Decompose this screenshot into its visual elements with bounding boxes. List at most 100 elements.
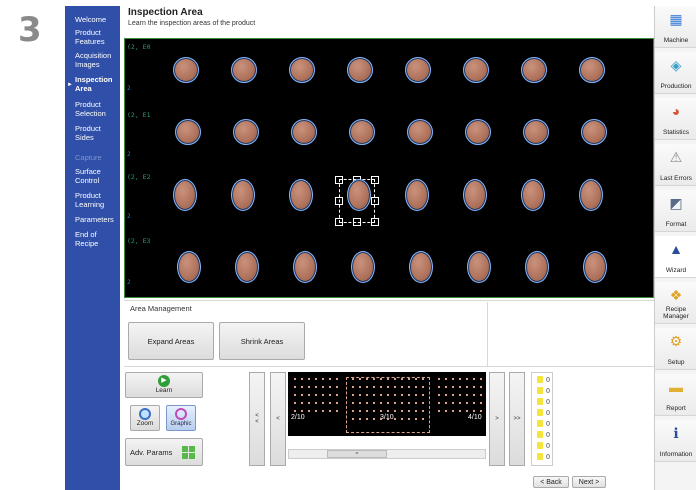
product-tablet [405, 179, 429, 211]
learn-button[interactable]: ▶ Learn [125, 372, 203, 398]
lane-status-cell [537, 420, 543, 427]
nav-item-product-sides[interactable]: Product Sides [65, 124, 117, 142]
back-button[interactable]: < Back [533, 476, 569, 488]
thumbnail-dot [322, 386, 324, 388]
thumbnail-scrollbar[interactable]: = [288, 449, 486, 459]
thumbnail-dot [373, 378, 375, 380]
scroll-thumb[interactable]: = [327, 450, 387, 458]
toolbar-item-setup[interactable]: ⚙ Setup [655, 328, 696, 370]
product-tablet [231, 57, 257, 83]
toolbar-item-report[interactable]: ▬ Report [655, 374, 696, 416]
toolbar-item-machine[interactable]: ▦ Machine [655, 6, 696, 48]
thumbnail-dot [401, 418, 403, 420]
thumbnail-dot [473, 386, 475, 388]
product-tablet [405, 57, 431, 83]
magnifier-icon [139, 408, 151, 420]
thumbnail-dot [366, 386, 368, 388]
toolbar-item-label: Setup [667, 359, 685, 366]
thumbnail-dot [408, 410, 410, 412]
toolbar-item-production[interactable]: ◈ Production [655, 52, 696, 94]
product-tablet [349, 119, 375, 145]
thumbnail-dot [301, 386, 303, 388]
next-page-button[interactable]: > [489, 372, 505, 466]
thumbnail-dot [401, 402, 403, 404]
nav-item-welcome[interactable]: Welcome [65, 15, 106, 25]
graphic-button[interactable]: Graphic [166, 405, 196, 431]
thumbnail-strip[interactable]: 2/10 3/10 4/10 [288, 372, 486, 436]
toolbar-item-last-errors[interactable]: ⚠ Last Errors [655, 144, 696, 186]
nav-item-inspection-area[interactable]: Inspection Area [65, 75, 117, 93]
thumbnail-dot [387, 418, 389, 420]
lane-marker-icon [546, 454, 550, 459]
toolbar-item-format[interactable]: ◩ Format [655, 190, 696, 232]
lane-status-cell [537, 442, 543, 449]
product-tablet [289, 179, 313, 211]
toolbar-item-statistics[interactable]: ◕ Statistics [655, 98, 696, 140]
last-page-button[interactable]: >> [509, 372, 525, 466]
lane-marker-icon [546, 388, 550, 393]
adv-params-label: Adv. Params [130, 447, 173, 457]
product-tablet [291, 119, 317, 145]
toolbar-item-wizard[interactable]: ▲ Wizard [655, 236, 696, 278]
thumbnail-dot [359, 386, 361, 388]
thumbnail-dot [408, 378, 410, 380]
toolbar-item-label: Production [660, 83, 692, 90]
nav-item-parameters[interactable]: Parameters [65, 215, 114, 225]
thumbnail-dot [445, 378, 447, 380]
thumbnail-dot [452, 386, 454, 388]
first-page-button[interactable]: < < [249, 372, 265, 466]
next-button[interactable]: Next > [572, 476, 606, 488]
statistics-icon: ◕ [671, 103, 681, 119]
product-tablet [347, 57, 373, 83]
thumbnail-dot [394, 394, 396, 396]
thumbnail-dot [322, 402, 324, 404]
product-tablet [579, 57, 605, 83]
adv-params-button[interactable]: Adv. Params [125, 438, 203, 466]
resize-handle[interactable] [353, 218, 361, 226]
product-tablet [233, 119, 259, 145]
toolbar-item-recipe-manager[interactable]: ❖ Recipe Manager [655, 282, 696, 324]
thumbnail-dot [480, 386, 482, 388]
nav-item-acquisition-images[interactable]: Acquisition Images [65, 51, 117, 69]
nav-item-product-selection[interactable]: Product Selection [65, 100, 117, 118]
thumbnail-dot [308, 386, 310, 388]
thumbnail-dot [294, 402, 296, 404]
previous-page-button[interactable]: < [270, 372, 286, 466]
grid-icon [182, 445, 196, 459]
product-tablet [293, 251, 317, 283]
resize-handle[interactable] [335, 218, 343, 226]
resize-handle[interactable] [371, 197, 379, 205]
expand-areas-button[interactable]: Expand Areas [128, 322, 214, 360]
nav-item-product-learning[interactable]: Product Learning [65, 191, 117, 209]
toolbar-item-label: Recipe Manager [663, 306, 689, 320]
resize-handle[interactable] [371, 176, 379, 184]
resize-handle[interactable] [335, 176, 343, 184]
learn-label: Learn [155, 387, 173, 394]
last-errors-icon: ⚠ [669, 149, 683, 165]
nav-item-product-features[interactable]: Product Features [65, 28, 117, 46]
product-tablet [407, 119, 433, 145]
machine-icon: ▦ [669, 11, 683, 27]
shrink-areas-button[interactable]: Shrink Areas [219, 322, 305, 360]
thumbnail-dot [380, 410, 382, 412]
thumbnail-dot [438, 378, 440, 380]
thumbnail-dot [401, 378, 403, 380]
lane-status-cell [537, 409, 543, 416]
thumbnail-dot [380, 418, 382, 420]
toolbar-item-information[interactable]: ℹ Information [655, 420, 696, 462]
thumbnail-dot [315, 402, 317, 404]
resize-handle[interactable] [335, 197, 343, 205]
zoom-button[interactable]: Zoom [130, 405, 160, 431]
thumbnail-dot [387, 410, 389, 412]
nav-item-surface-control[interactable]: Surface Control [65, 167, 117, 185]
inspection-image-viewer[interactable]: (2, E0 2 (2, E1 2 (2, E2 2 (2, E3 2 [124, 38, 654, 298]
thumbnail-dot [352, 418, 354, 420]
thumbnail-dot [352, 394, 354, 396]
thumbnail-dot [445, 394, 447, 396]
product-tablet [463, 57, 489, 83]
thumbnail-label: 2/10 [291, 414, 305, 421]
resize-handle[interactable] [371, 218, 379, 226]
nav-item-end-of-recipe[interactable]: End of Recipe [65, 230, 117, 248]
thumbnail-dot [387, 402, 389, 404]
thumbnail-dot [366, 378, 368, 380]
